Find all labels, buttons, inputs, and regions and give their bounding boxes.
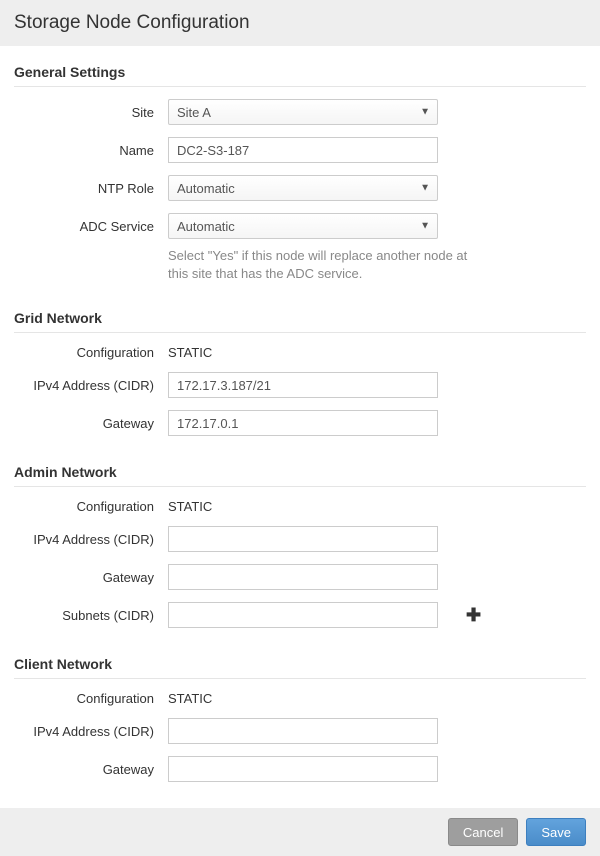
site-select[interactable]: Site A bbox=[168, 99, 438, 125]
admin-config-label: Configuration bbox=[14, 499, 168, 514]
client-gateway-row: Gateway bbox=[14, 756, 586, 782]
ntp-role-row: NTP Role Automatic ▼ bbox=[14, 175, 586, 201]
admin-subnets-label: Subnets (CIDR) bbox=[14, 608, 168, 623]
grid-gateway-input[interactable] bbox=[168, 410, 438, 436]
admin-ipv4-label: IPv4 Address (CIDR) bbox=[14, 532, 168, 547]
add-subnet-icon[interactable]: ✚ bbox=[466, 606, 481, 624]
footer-bar: Cancel Save bbox=[0, 808, 600, 856]
admin-gateway-input[interactable] bbox=[168, 564, 438, 590]
save-button[interactable]: Save bbox=[526, 818, 586, 846]
client-config-value: STATIC bbox=[168, 691, 212, 706]
admin-network-title: Admin Network bbox=[14, 464, 586, 487]
adc-service-select-wrap[interactable]: Automatic ▼ bbox=[168, 213, 438, 239]
adc-help-row: Select "Yes" if this node will replace a… bbox=[14, 245, 586, 282]
name-label: Name bbox=[14, 143, 168, 158]
adc-service-label: ADC Service bbox=[14, 219, 168, 234]
grid-config-row: Configuration STATIC bbox=[14, 345, 586, 360]
page-header: Storage Node Configuration bbox=[0, 0, 600, 46]
page-title: Storage Node Configuration bbox=[14, 12, 250, 33]
form-content: General Settings Site Site A ▼ Name NTP … bbox=[0, 46, 600, 808]
grid-network-section: Grid Network Configuration STATIC IPv4 A… bbox=[14, 310, 586, 436]
general-settings-section: General Settings Site Site A ▼ Name NTP … bbox=[14, 64, 586, 282]
grid-ipv4-input[interactable] bbox=[168, 372, 438, 398]
grid-config-value: STATIC bbox=[168, 345, 212, 360]
site-select-wrap[interactable]: Site A ▼ bbox=[168, 99, 438, 125]
admin-config-row: Configuration STATIC bbox=[14, 499, 586, 514]
grid-network-title: Grid Network bbox=[14, 310, 586, 333]
adc-help-text: Select "Yes" if this node will replace a… bbox=[168, 245, 468, 282]
client-config-row: Configuration STATIC bbox=[14, 691, 586, 706]
admin-config-value: STATIC bbox=[168, 499, 212, 514]
admin-network-section: Admin Network Configuration STATIC IPv4 … bbox=[14, 464, 586, 628]
client-ipv4-input[interactable] bbox=[168, 718, 438, 744]
client-ipv4-row: IPv4 Address (CIDR) bbox=[14, 718, 586, 744]
ntp-role-label: NTP Role bbox=[14, 181, 168, 196]
client-gateway-input[interactable] bbox=[168, 756, 438, 782]
client-network-title: Client Network bbox=[14, 656, 586, 679]
cancel-button[interactable]: Cancel bbox=[448, 818, 518, 846]
ntp-role-select-wrap[interactable]: Automatic ▼ bbox=[168, 175, 438, 201]
client-gateway-label: Gateway bbox=[14, 762, 168, 777]
grid-ipv4-label: IPv4 Address (CIDR) bbox=[14, 378, 168, 393]
client-ipv4-label: IPv4 Address (CIDR) bbox=[14, 724, 168, 739]
admin-ipv4-input[interactable] bbox=[168, 526, 438, 552]
general-settings-title: General Settings bbox=[14, 64, 586, 87]
adc-service-select[interactable]: Automatic bbox=[168, 213, 438, 239]
admin-gateway-label: Gateway bbox=[14, 570, 168, 585]
grid-gateway-row: Gateway bbox=[14, 410, 586, 436]
adc-service-row: ADC Service Automatic ▼ bbox=[14, 213, 586, 239]
grid-gateway-label: Gateway bbox=[14, 416, 168, 431]
admin-ipv4-row: IPv4 Address (CIDR) bbox=[14, 526, 586, 552]
grid-config-label: Configuration bbox=[14, 345, 168, 360]
name-row: Name bbox=[14, 137, 586, 163]
site-label: Site bbox=[14, 105, 168, 120]
name-input[interactable] bbox=[168, 137, 438, 163]
grid-ipv4-row: IPv4 Address (CIDR) bbox=[14, 372, 586, 398]
admin-subnets-input[interactable] bbox=[168, 602, 438, 628]
ntp-role-select[interactable]: Automatic bbox=[168, 175, 438, 201]
client-config-label: Configuration bbox=[14, 691, 168, 706]
client-network-section: Client Network Configuration STATIC IPv4… bbox=[14, 656, 586, 782]
site-row: Site Site A ▼ bbox=[14, 99, 586, 125]
admin-subnets-row: Subnets (CIDR) ✚ bbox=[14, 602, 586, 628]
admin-gateway-row: Gateway bbox=[14, 564, 586, 590]
